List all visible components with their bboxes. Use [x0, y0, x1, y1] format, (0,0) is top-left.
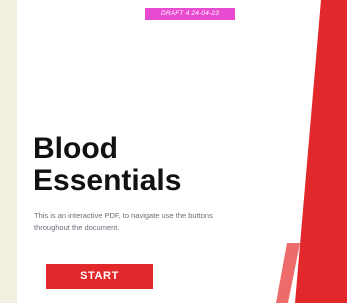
title-line-1: Blood [33, 132, 118, 165]
title-line-2: Essentials [33, 164, 182, 197]
document-page: DRAFT 4 24-04-23 Blood Essentials This i… [17, 0, 347, 303]
draft-badge: DRAFT 4 24-04-23 [145, 8, 235, 20]
intro-text: This is an interactive PDF, to navigate … [34, 211, 213, 232]
start-button[interactable]: START [46, 264, 153, 289]
document-title: Blood Essentials [33, 133, 181, 197]
